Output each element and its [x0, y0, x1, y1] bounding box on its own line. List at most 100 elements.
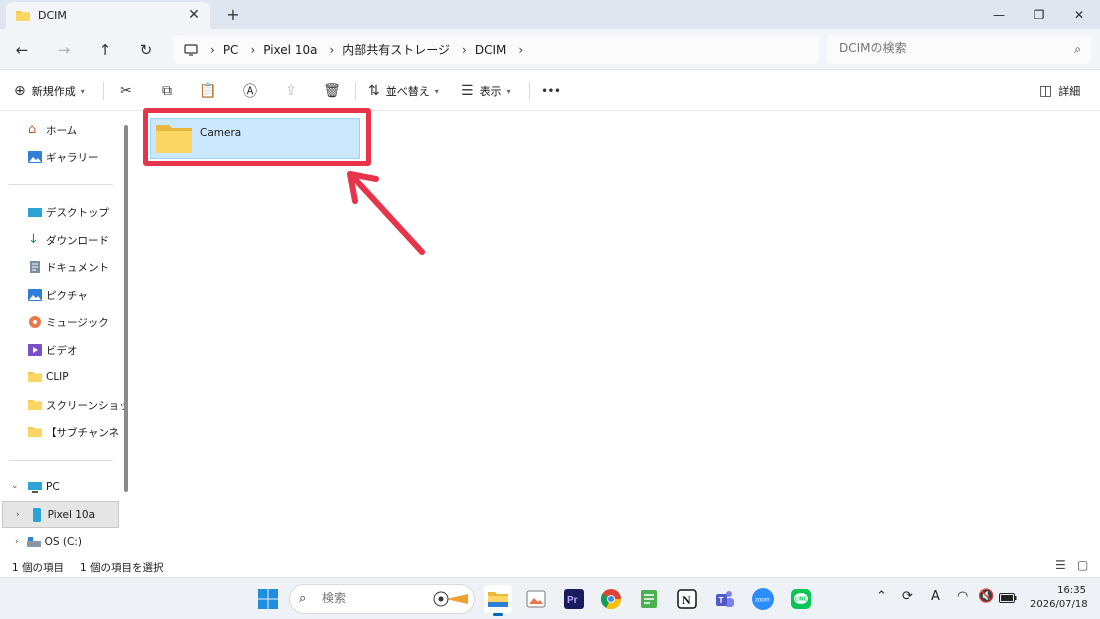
start-button[interactable]: [254, 585, 282, 613]
home-icon: ⌂: [28, 122, 37, 137]
sidebar-item-music[interactable]: ミュージック 📌: [28, 310, 133, 334]
sort-button[interactable]: ⇅ 並べ替え ▾: [368, 79, 439, 103]
tiles-view-icon[interactable]: ▢: [1077, 558, 1088, 572]
svg-text:Pr: Pr: [567, 595, 578, 606]
clock[interactable]: 16:35 2026/07/18: [1030, 584, 1088, 612]
sidebar-item-video[interactable]: ビデオ 📌: [28, 338, 133, 362]
breadcrumb-pixel[interactable]: Pixel 10a: [263, 43, 317, 57]
chevron-right-icon: ›: [250, 42, 256, 57]
notion-icon: N: [677, 589, 697, 609]
cut-icon[interactable]: ✂: [113, 79, 139, 103]
sidebar-item-clip[interactable]: CLIP 📌: [28, 365, 133, 389]
breadcrumb-dcim[interactable]: DCIM: [475, 43, 507, 57]
battery-icon[interactable]: [999, 593, 1017, 603]
photos-icon: [526, 590, 546, 608]
sidebar-item-label: CLIP: [46, 371, 69, 383]
maximize-button[interactable]: ❐: [1018, 0, 1060, 29]
back-button[interactable]: ←: [10, 38, 34, 62]
folder-icon: [28, 400, 42, 410]
taskbar-search-input[interactable]: [322, 591, 422, 605]
new-button[interactable]: ⊕ 新規作成 ▾: [14, 79, 85, 103]
rename-icon[interactable]: Ⓐ: [237, 79, 263, 103]
drive-icon: [26, 537, 41, 547]
sidebar-item-pc[interactable]: PC: [28, 475, 133, 499]
breadcrumb-pc[interactable]: PC: [223, 43, 239, 57]
taskbar-premiere[interactable]: Pr: [560, 585, 588, 613]
chevron-down-icon: ▾: [434, 86, 439, 96]
delete-icon[interactable]: 🗑: [319, 79, 345, 103]
sidebar-item-home[interactable]: ⌂ ホーム: [28, 118, 133, 142]
taskbar-teams[interactable]: T: [711, 585, 739, 613]
share-icon[interactable]: ⇪: [278, 79, 304, 103]
sidebar-item-screenshots[interactable]: スクリーンショット: [28, 393, 133, 417]
sidebar-item-pictures[interactable]: ピクチャ 📌: [28, 283, 133, 307]
wifi-icon[interactable]: ◠: [957, 589, 968, 604]
divider: [355, 82, 356, 100]
sidebar-item-label: OS (C:): [44, 536, 82, 548]
view-button[interactable]: ☰ 表示 ▾: [461, 79, 511, 103]
more-options-icon[interactable]: •••: [538, 79, 564, 103]
sidebar-item-downloads[interactable]: ↓ ダウンロード 📌: [28, 228, 133, 252]
item-count: 1 個の項目: [12, 562, 65, 574]
sidebar-item-desktop[interactable]: デスクトップ 📌: [28, 200, 133, 224]
breadcrumb-storage[interactable]: 内部共有ストレージ: [342, 41, 450, 58]
folder-icon: [488, 592, 508, 607]
divider: [529, 82, 530, 100]
taskbar-photos[interactable]: [522, 585, 550, 613]
sidebar-item-subchannel[interactable]: 【サブチャンネル素材: [28, 420, 120, 444]
desktop-icon: [28, 208, 42, 217]
sync-icon[interactable]: ⟳: [902, 589, 913, 604]
details-button[interactable]: ◫ 詳細: [1039, 79, 1080, 103]
sidebar-item-documents[interactable]: ドキュメント 📌: [28, 255, 133, 279]
volume-muted-icon[interactable]: 🔇: [978, 589, 994, 604]
clock-date: 2026/07/18: [1030, 599, 1088, 610]
music-icon: [29, 316, 41, 328]
search-icon[interactable]: ⌕: [1074, 42, 1081, 57]
status-bar: 1 個の項目 1 個の項目を選択 ☰ ▢: [0, 555, 1100, 577]
sidebar-item-os[interactable]: › OS (C:): [15, 530, 133, 554]
taskbar-file-explorer[interactable]: [484, 585, 512, 616]
clock-time: 16:35: [1057, 585, 1086, 596]
copy-icon[interactable]: ⧉: [154, 79, 180, 103]
ime-indicator[interactable]: A: [931, 589, 940, 604]
chevron-down-icon[interactable]: ⌄: [11, 481, 19, 491]
pictures-icon: [28, 289, 42, 301]
minimize-button[interactable]: —: [978, 0, 1020, 29]
annotation-arrow-icon: [347, 171, 425, 255]
folder-icon: [28, 372, 42, 382]
taskbar-chrome[interactable]: [597, 585, 625, 613]
close-tab-icon[interactable]: ✕: [186, 7, 202, 23]
sidebar-item-label: PC: [46, 481, 60, 493]
sidebar-item-label: ダウンロード: [46, 234, 109, 247]
chevron-up-icon[interactable]: ⌃: [876, 589, 887, 604]
folder-icon: [28, 427, 42, 437]
details-view-icon[interactable]: ☰: [1055, 558, 1066, 572]
search-input[interactable]: [839, 41, 1059, 55]
tab-dcim[interactable]: DCIM ✕: [6, 2, 210, 29]
view-icon: ☰: [461, 83, 474, 99]
refresh-button[interactable]: ↻: [134, 38, 158, 62]
close-window-button[interactable]: ✕: [1058, 0, 1100, 29]
document-icon: [30, 261, 40, 273]
sidebar-item-label: 【サブチャンネル素材: [46, 426, 120, 439]
taskbar-line[interactable]: LINE: [787, 585, 815, 613]
sidebar-item-gallery[interactable]: ギャラリー: [28, 145, 133, 169]
sidebar-item-label: ドキュメント: [46, 261, 109, 274]
svg-text:zoom: zoom: [755, 598, 770, 604]
active-indicator: [493, 613, 503, 616]
taskbar-zoom[interactable]: zoom: [749, 585, 777, 613]
folder-item-camera[interactable]: Camera: [150, 118, 360, 159]
windows-logo-icon: [258, 589, 278, 609]
new-tab-button[interactable]: +: [224, 5, 242, 24]
paste-icon[interactable]: 📋: [195, 79, 221, 103]
up-button[interactable]: ↑: [93, 38, 117, 62]
forward-button[interactable]: →: [52, 38, 76, 62]
address-bar[interactable]: › PC › Pixel 10a › 内部共有ストレージ › DCIM ›: [174, 35, 819, 64]
details-label: 詳細: [1058, 85, 1081, 98]
svg-text:T: T: [719, 596, 724, 605]
sidebar-item-pixel[interactable]: › Pixel 10a: [2, 501, 119, 528]
sidebar-scrollbar[interactable]: [124, 125, 128, 492]
taskbar-notion[interactable]: N: [673, 585, 701, 613]
line-icon: LINE: [791, 589, 811, 609]
taskbar-app[interactable]: [635, 585, 663, 613]
